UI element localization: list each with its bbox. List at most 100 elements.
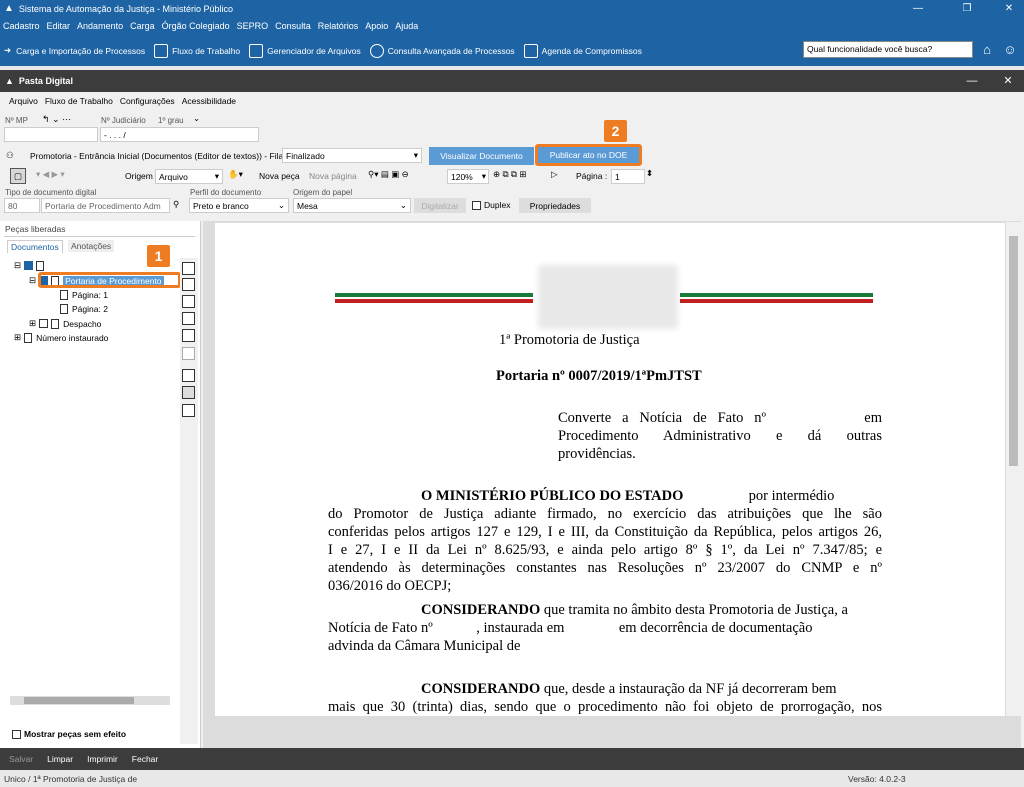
- pagina-label: Página :: [576, 171, 608, 181]
- pecas-panel: Peças liberadas Documentos Anotações: [0, 221, 201, 748]
- propriedades-button[interactable]: Propriedades: [519, 198, 591, 213]
- menu-apoio[interactable]: Apoio: [365, 21, 388, 31]
- chevron-down-icon[interactable]: ⌄: [193, 113, 200, 124]
- tipo-code-field[interactable]: 80: [4, 198, 40, 213]
- checkbox-icon: [24, 261, 34, 270]
- functionality-search-input[interactable]: Qual funcionalidade você busca?: [803, 41, 973, 58]
- document-icon: [51, 318, 60, 329]
- perfil-select[interactable]: Preto e branco ⌄: [189, 198, 289, 213]
- origem-papel-label: Origem do papel: [293, 188, 353, 197]
- restore-button[interactable]: ❐: [952, 0, 982, 17]
- quick-agenda[interactable]: Agenda de Compromissos: [523, 43, 642, 58]
- expand-icon: ⊞: [29, 318, 37, 328]
- pecas-title: Peças liberadas: [5, 224, 66, 234]
- nav-arrows-icon[interactable]: ↰ ⌄ ⋯: [42, 114, 71, 125]
- quick-gerenciador-arquivos[interactable]: Gerenciador de Arquivos: [249, 43, 361, 58]
- fechar-button[interactable]: Fechar: [132, 754, 158, 764]
- duplex-checkbox[interactable]: Duplex: [472, 200, 510, 210]
- checkbox-icon: [12, 729, 21, 739]
- menu-sepro[interactable]: SEPRO: [237, 21, 269, 31]
- nova-pagina-button[interactable]: Nova página: [309, 171, 357, 181]
- tipo-value-field[interactable]: Portaria de Procedimento Adm: [41, 198, 170, 213]
- zoom-select[interactable]: 120% ▾: [447, 169, 489, 184]
- nj-field[interactable]: - . . . /: [100, 127, 259, 142]
- tab-documentos[interactable]: Documentos: [7, 240, 63, 253]
- toggle-icon[interactable]: ▢: [10, 168, 26, 184]
- tree-root[interactable]: ⊟: [14, 260, 95, 271]
- tool-icon[interactable]: [182, 386, 195, 399]
- tree-item-numero[interactable]: ⊞ Número instaurado: [14, 332, 108, 343]
- expand-icon: ⊟: [14, 260, 22, 270]
- arrow-right-icon: ➜: [4, 45, 12, 55]
- tab-anotacoes[interactable]: Anotações: [68, 240, 115, 252]
- highlight-box-1: [38, 272, 181, 288]
- page-tools-icon[interactable]: ▷: [551, 169, 558, 180]
- tool-icon[interactable]: [182, 329, 195, 342]
- close-button[interactable]: ✕: [994, 0, 1024, 17]
- pasta-minimize-button[interactable]: —: [960, 70, 984, 92]
- menu-configuracoes[interactable]: Configurações: [120, 96, 175, 106]
- pagina-input[interactable]: 1: [611, 169, 645, 184]
- root-label: [48, 261, 95, 271]
- tool-icon[interactable]: [182, 295, 195, 308]
- file-manager-icon: [249, 43, 264, 58]
- step-badge-2: 2: [604, 120, 627, 142]
- app-title-bar: ▲ Sistema de Automação da Justiça - Mini…: [0, 0, 1024, 17]
- left-hscrollbar[interactable]: [10, 696, 170, 705]
- origem-papel-select[interactable]: Mesa ⌄: [293, 198, 411, 213]
- tree-item-pagina-1[interactable]: Página: 1: [60, 290, 108, 300]
- pagina-stepper-icon[interactable]: ⬍: [646, 168, 653, 179]
- visualizar-documento-button[interactable]: Visualizar Documento: [429, 147, 534, 165]
- search-icon[interactable]: ⚲: [173, 199, 179, 210]
- hand-icon[interactable]: ✋▾: [228, 169, 243, 180]
- tool-icon[interactable]: [182, 312, 195, 325]
- minimize-button[interactable]: —: [903, 0, 933, 17]
- menu-arquivo[interactable]: Arquivo: [9, 96, 38, 106]
- document-vscrollbar[interactable]: [1006, 222, 1021, 716]
- user-icon[interactable]: ☺: [1001, 41, 1019, 59]
- menu-carga[interactable]: Carga: [130, 21, 155, 31]
- calendar-icon: [523, 43, 538, 58]
- pasta-close-button[interactable]: ✕: [996, 70, 1020, 92]
- menu-relatorios[interactable]: Relatórios: [318, 21, 359, 31]
- status-version: Versão: 4.0.2-3: [848, 773, 906, 784]
- quick-fluxo-trabalho[interactable]: Fluxo de Trabalho: [154, 43, 240, 58]
- step-badge-1: 1: [147, 245, 170, 267]
- menu-acessibilidade[interactable]: Acessibilidade: [182, 96, 236, 106]
- zoom-search-icon[interactable]: ⚲▾ ▤ ▣ ⊖: [368, 169, 409, 180]
- quick-consulta-avancada[interactable]: Consulta Avançada de Processos: [369, 43, 515, 58]
- expand-icon: ⊟: [29, 275, 37, 285]
- nj-label: Nº Judiciário: [101, 116, 146, 125]
- fila-select[interactable]: Finalizado ▾: [282, 148, 422, 163]
- publicar-doe-button[interactable]: Publicar ato no DOE: [535, 144, 642, 166]
- nmp-field[interactable]: [4, 127, 98, 142]
- tool-icon[interactable]: [182, 262, 195, 275]
- side-tools: [180, 258, 198, 744]
- imprimir-button[interactable]: Imprimir: [87, 754, 118, 764]
- tool-icon[interactable]: [182, 404, 195, 417]
- menu-fluxo[interactable]: Fluxo de Trabalho: [45, 96, 113, 106]
- limpar-button[interactable]: Limpar: [47, 754, 73, 764]
- menu-ajuda[interactable]: Ajuda: [395, 21, 418, 31]
- zoom-in-icon[interactable]: ⊕ ⧉ ⧉ ⊞: [493, 169, 526, 180]
- mostrar-checkbox[interactable]: Mostrar peças sem efeito: [12, 729, 126, 739]
- tree-item-pagina-2[interactable]: Página: 2: [60, 304, 108, 314]
- origem-select[interactable]: Arquivo ▾: [155, 169, 223, 184]
- status-bar: Unico / 1ª Promotoria de Justiça de Vers…: [0, 770, 1024, 787]
- perfil-label: Perfil do documento: [190, 188, 262, 197]
- tool-icon[interactable]: [182, 347, 195, 360]
- tree-item-despacho[interactable]: ⊞ Despacho: [29, 318, 101, 329]
- home-search-icon[interactable]: ⌂: [978, 41, 996, 59]
- menu-consulta[interactable]: Consulta: [275, 21, 311, 31]
- digitalizar-button[interactable]: Digitalizar: [414, 198, 466, 213]
- menu-orgao-colegiado[interactable]: Órgão Colegiado: [162, 21, 230, 31]
- tool-icon[interactable]: [182, 369, 195, 382]
- nova-peca-button[interactable]: Nova peça: [259, 171, 300, 181]
- tool-icon[interactable]: [182, 278, 195, 291]
- nav-prev-icon[interactable]: ▾ ◀ ▶ ▾: [36, 169, 65, 180]
- salvar-button[interactable]: Salvar: [9, 754, 33, 764]
- quick-carga-importacao[interactable]: ➜ Carga e Importação de Processos: [4, 45, 145, 56]
- menu-cadastro[interactable]: Cadastro: [3, 21, 40, 31]
- menu-andamento[interactable]: Andamento: [77, 21, 123, 31]
- menu-editar[interactable]: Editar: [47, 21, 71, 31]
